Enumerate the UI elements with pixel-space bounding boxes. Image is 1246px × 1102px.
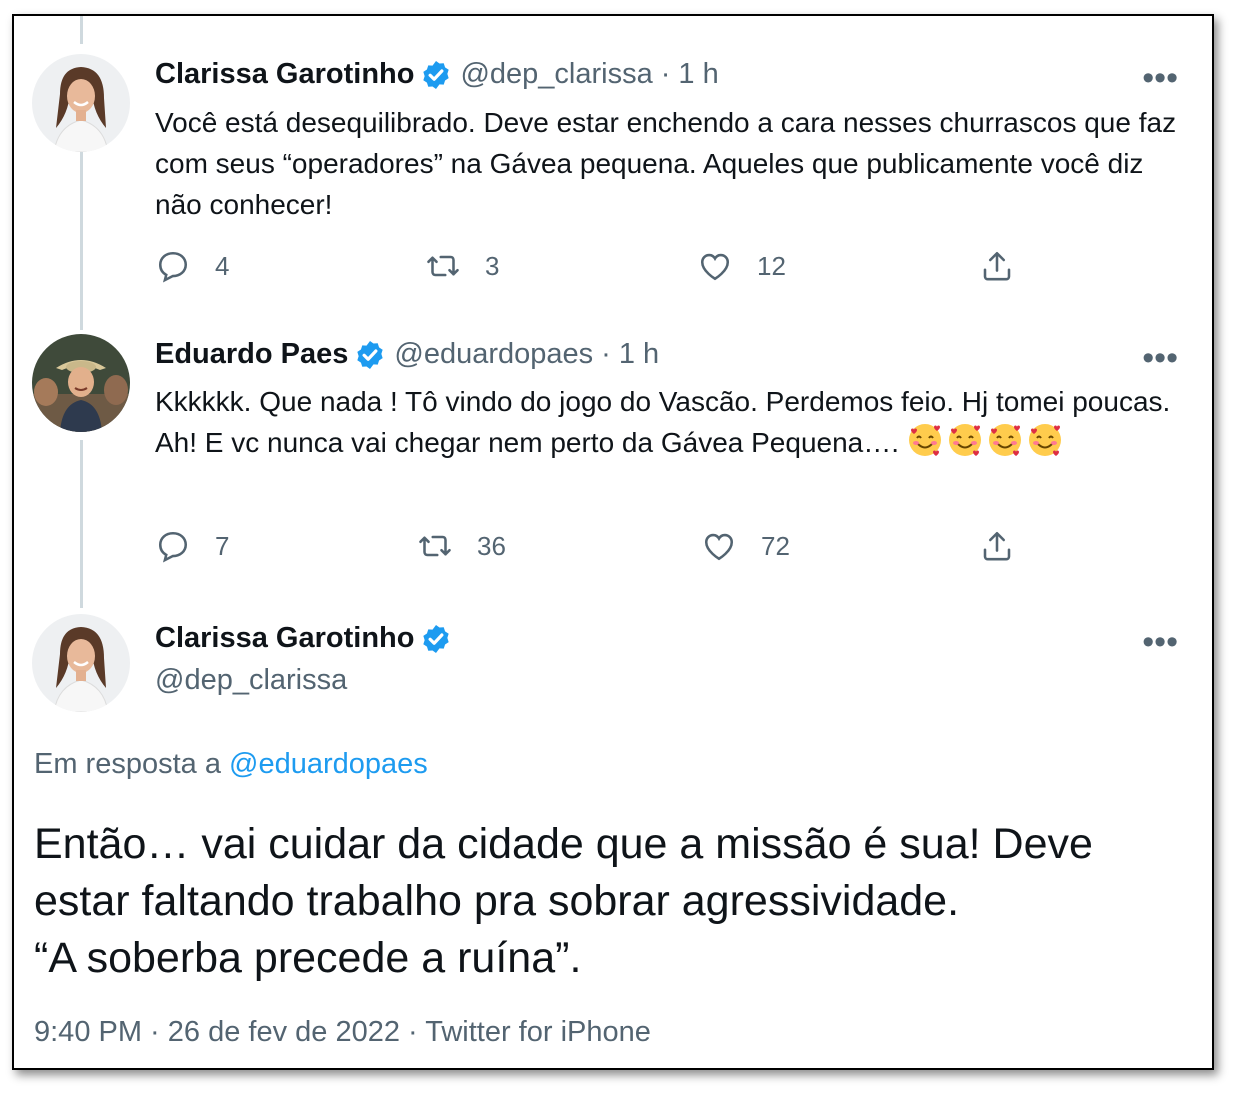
main-tweet-line: estar faltando trabalho pra sobrar agres… — [34, 877, 960, 925]
tweet-thread-card: Clarissa Garotinho @dep_clarissa · 1 h •… — [12, 14, 1214, 1070]
separator-dot: · — [601, 338, 611, 370]
like-count: 12 — [757, 250, 786, 281]
smiling-face-with-hearts-emoji — [948, 424, 981, 456]
main-tweet-handle-row: @dep_clarissa — [155, 664, 347, 697]
thread-line-1 — [80, 140, 83, 330]
verified-badge-icon — [423, 60, 450, 89]
avatar-clarissa[interactable] — [32, 54, 130, 152]
share-button[interactable] — [979, 248, 1039, 284]
author-handle[interactable]: @eduardopaes — [394, 338, 593, 371]
thread-line-top — [80, 16, 83, 44]
reply-icon — [158, 531, 188, 563]
reply-count: 7 — [215, 530, 230, 561]
verified-badge-icon — [423, 624, 450, 653]
tweet-2-text-block: Kkkkkk. Que nada ! Tô vindo do jogo do V… — [155, 381, 1185, 463]
tweet-1-text: Você está desequilibrado. Deve estar enc… — [155, 107, 1177, 220]
reply-mention-link[interactable]: @eduardopaes — [229, 748, 428, 780]
retweet-button[interactable]: 3 — [425, 248, 499, 284]
tweet-1-actions: 4 3 12 — [155, 248, 1035, 288]
share-button[interactable] — [979, 528, 1039, 564]
reply-count: 4 — [215, 250, 230, 281]
like-button[interactable]: 72 — [701, 528, 790, 564]
smiling-face-with-hearts-emoji — [1028, 424, 1061, 456]
more-icon[interactable]: ••• — [1142, 625, 1178, 659]
retweet-icon — [427, 255, 459, 277]
avatar-clarissa-main[interactable] — [32, 614, 130, 712]
tweet-1-header: Clarissa Garotinho @dep_clarissa · 1 h — [155, 58, 719, 91]
smiling-face-with-hearts-emoji — [908, 424, 941, 456]
verified-badge-icon — [357, 340, 384, 369]
main-tweet-text: Então… vai cuidar da cidade que a missão… — [34, 816, 1194, 987]
share-icon — [983, 531, 1011, 561]
smiling-face-with-hearts-emoji — [988, 424, 1021, 456]
more-icon[interactable]: ••• — [1142, 341, 1178, 375]
tweet-time[interactable]: 1 h — [619, 338, 659, 371]
tweet-2-actions: 7 36 72 — [155, 528, 1035, 568]
main-tweet-line: Então… vai cuidar da cidade que a missão… — [34, 820, 1093, 868]
tweet-metadata[interactable]: 9:40 PM · 26 de fev de 2022 · Twitter fo… — [34, 1016, 651, 1049]
reply-prefix: Em resposta a — [34, 748, 221, 780]
retweet-count: 36 — [477, 530, 506, 561]
reply-context: Em resposta a @eduardopaes — [34, 748, 428, 781]
separator-dot: · — [660, 58, 671, 90]
like-button[interactable]: 12 — [697, 248, 786, 284]
author-handle[interactable]: @dep_clarissa — [155, 664, 347, 697]
thread-line-2 — [80, 440, 83, 608]
retweet-button[interactable]: 36 — [417, 528, 506, 564]
reply-button[interactable]: 7 — [155, 528, 229, 564]
reply-icon — [158, 251, 188, 283]
main-tweet-line: “A soberba precede a ruína”. — [34, 934, 582, 982]
author-handle[interactable]: @dep_clarissa — [460, 58, 652, 91]
reply-button[interactable]: 4 — [155, 248, 229, 284]
tweet-time[interactable]: 1 h — [678, 58, 718, 91]
author-name[interactable]: Clarissa Garotinho — [155, 622, 414, 655]
more-icon[interactable]: ••• — [1142, 61, 1178, 95]
like-count: 72 — [761, 530, 790, 561]
main-tweet-header: Clarissa Garotinho — [155, 622, 460, 655]
author-name[interactable]: Eduardo Paes — [155, 338, 348, 371]
like-icon — [700, 253, 730, 281]
avatar-eduardo[interactable] — [32, 334, 130, 432]
tweet-2-header: Eduardo Paes @eduardopaes · 1 h — [155, 338, 659, 371]
retweet-icon — [419, 535, 451, 557]
author-name[interactable]: Clarissa Garotinho — [155, 58, 414, 91]
like-icon — [704, 533, 734, 561]
share-icon — [983, 251, 1011, 281]
retweet-count: 3 — [485, 250, 500, 281]
